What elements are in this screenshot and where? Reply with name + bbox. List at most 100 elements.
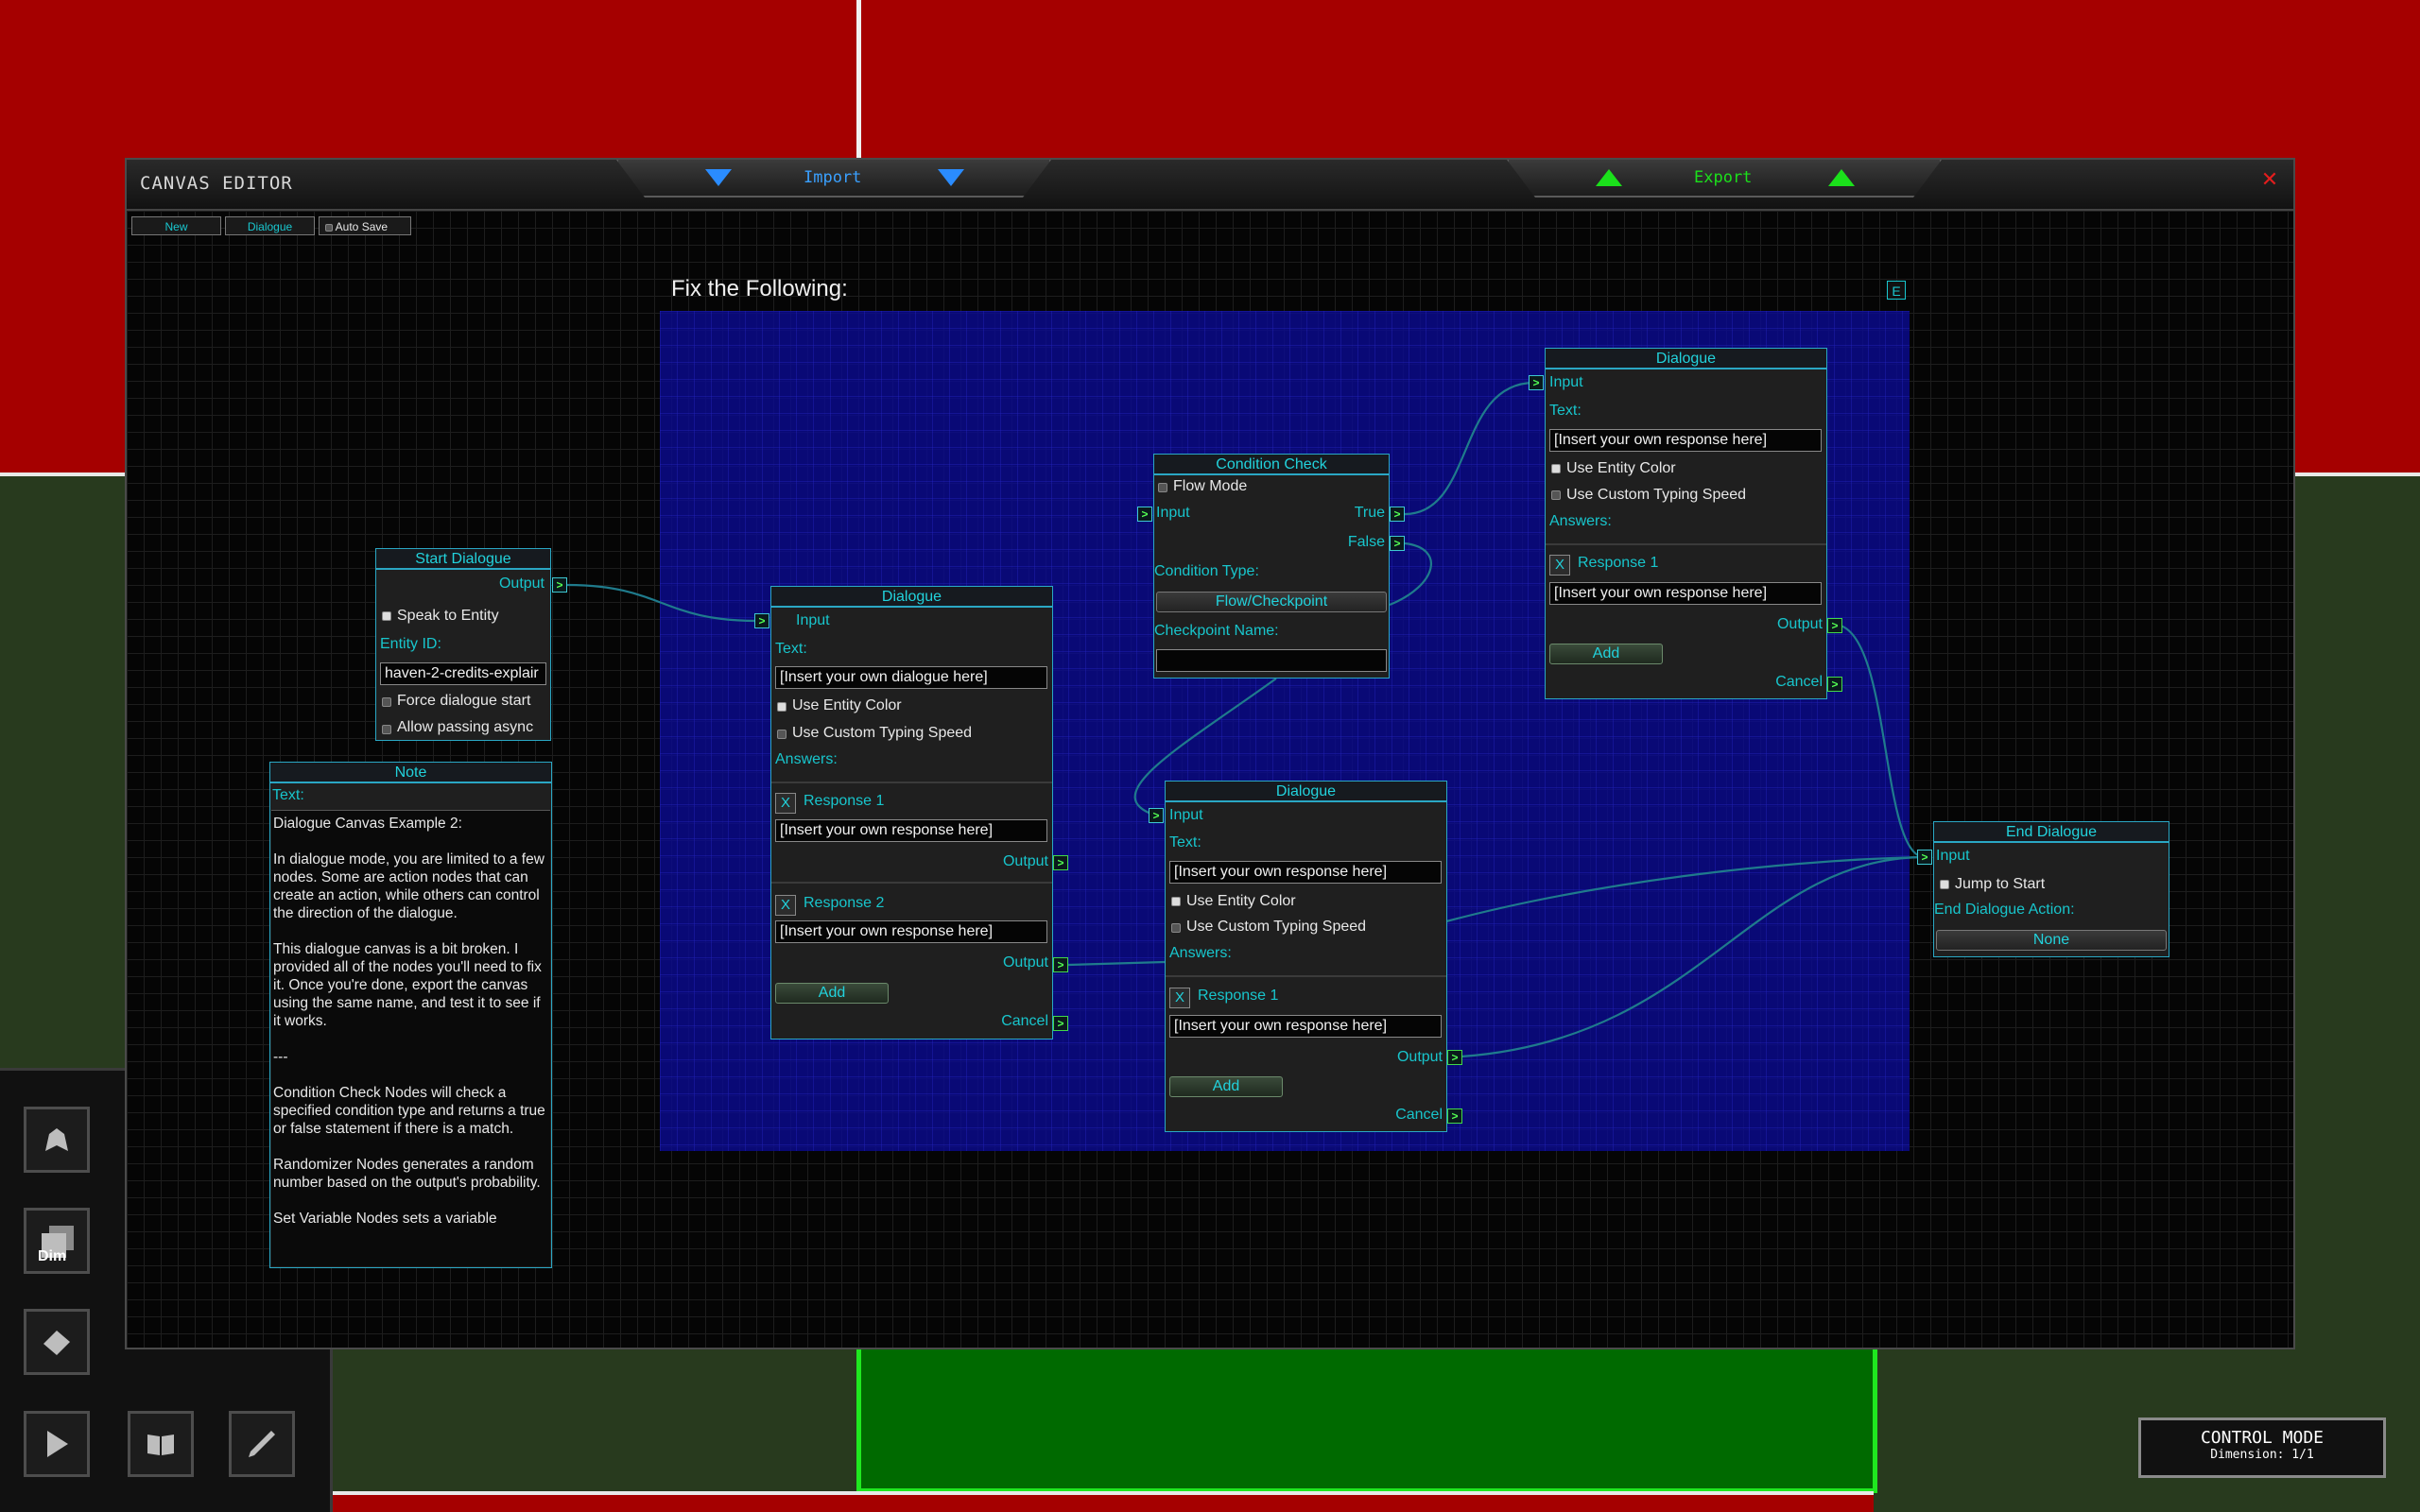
connection-dialogue2-to-end <box>1445 855 1924 923</box>
typing-speed-label: Use Custom Typing Speed <box>1186 919 1367 935</box>
dialogue-node-2[interactable]: Dialogue Input Text: [Insert your own re… <box>1165 781 1447 1132</box>
response-1-label: Response 1 <box>1578 555 1659 571</box>
dialogue-node-3[interactable]: Dialogue Input Text: [Insert your own re… <box>1545 348 1827 699</box>
speak-to-entity-label: Speak to Entity <box>397 608 499 624</box>
allow-async-checkbox[interactable] <box>382 725 391 734</box>
response-2-label: Response 2 <box>804 895 885 911</box>
checkpoint-name-label: Checkpoint Name: <box>1154 623 1279 639</box>
answers-label: Answers: <box>775 751 838 767</box>
dialogue-text-field[interactable]: [Insert your own dialogue here] <box>775 666 1047 689</box>
dialogue2-input-knob[interactable]: > <box>1149 808 1164 823</box>
condition-check-node[interactable]: Condition Check Flow Mode Input True Fal… <box>1153 454 1390 679</box>
input-label: Input <box>1549 374 1583 390</box>
start-output-knob[interactable]: > <box>552 577 567 593</box>
node-title: Condition Check <box>1154 455 1389 475</box>
add-response-button[interactable]: Add <box>1169 1076 1283 1097</box>
divider <box>771 782 1052 783</box>
typing-speed-checkbox[interactable] <box>1551 490 1561 500</box>
start-dialogue-node[interactable]: Start Dialogue Output Speak to Entity En… <box>375 548 551 741</box>
dialogue1-cancel-knob[interactable]: > <box>1053 1016 1068 1031</box>
note-text-area[interactable]: Dialogue Canvas Example 2: In dialogue m… <box>271 810 550 1266</box>
end-action-select[interactable]: None <box>1936 930 2167 951</box>
condition-false-knob[interactable]: > <box>1390 536 1405 551</box>
response-1-label: Response 1 <box>1198 988 1279 1004</box>
jump-to-start-checkbox[interactable] <box>1940 880 1949 889</box>
dialogue3-response1-output-knob[interactable]: > <box>1827 618 1842 633</box>
answers-label: Answers: <box>1549 513 1612 529</box>
dialogue1-response2-output-knob[interactable]: > <box>1053 957 1068 972</box>
end-action-label: End Dialogue Action: <box>1934 902 2075 918</box>
entity-color-label: Use Entity Color <box>1566 460 1676 476</box>
input-label: Input <box>796 612 830 628</box>
node-title: Dialogue <box>1166 782 1446 802</box>
speak-to-entity-checkbox[interactable] <box>382 611 391 621</box>
dialogue1-input-knob[interactable]: > <box>754 613 769 628</box>
response-1-output-label: Output <box>1002 853 1048 869</box>
response-1-field[interactable]: [Insert your own response here] <box>775 819 1047 842</box>
typing-speed-checkbox[interactable] <box>1171 923 1181 933</box>
response-2-output-label: Output <box>1002 954 1048 971</box>
cancel-label: Cancel <box>1001 1013 1048 1029</box>
dialogue3-input-knob[interactable]: > <box>1529 375 1544 390</box>
connection-condition-false-loop <box>1389 541 1432 607</box>
response-1-field[interactable]: [Insert your own response here] <box>1549 582 1822 605</box>
remove-response-1-button[interactable]: X <box>1549 555 1570 576</box>
add-response-button[interactable]: Add <box>775 983 889 1004</box>
connection-dialogue2-output-to-end <box>1461 855 1924 1058</box>
response-1-output-label: Output <box>1396 1049 1443 1065</box>
dialogue-text-field[interactable]: [Insert your own response here] <box>1169 861 1442 884</box>
checkpoint-name-field[interactable] <box>1156 649 1387 672</box>
node-title: Dialogue <box>1546 349 1826 369</box>
output-label: Output <box>498 576 544 592</box>
entity-color-label: Use Entity Color <box>792 697 902 713</box>
entity-color-checkbox[interactable] <box>1171 897 1181 906</box>
flow-mode-checkbox[interactable] <box>1158 483 1167 492</box>
entity-color-checkbox[interactable] <box>1551 464 1561 473</box>
connection-condition-true-to-dialogue3 <box>1404 381 1535 516</box>
node-title: Dialogue <box>771 587 1052 608</box>
condition-true-knob[interactable]: > <box>1390 507 1405 522</box>
connection-layer <box>566 381 1924 1058</box>
allow-async-label: Allow passing async <box>397 719 534 735</box>
dialogue3-cancel-knob[interactable]: > <box>1827 677 1842 692</box>
dialogue2-response1-output-knob[interactable]: > <box>1447 1050 1462 1065</box>
node-title: End Dialogue <box>1934 822 2169 843</box>
response-2-field[interactable]: [Insert your own response here] <box>775 920 1047 943</box>
note-text-label: Text: <box>272 787 304 803</box>
end-dialogue-node[interactable]: End Dialogue Input Jump to Start End Dia… <box>1933 821 2169 957</box>
remove-response-2-button[interactable]: X <box>775 895 796 916</box>
note-node[interactable]: Note Text: Dialogue Canvas Example 2: In… <box>269 762 552 1268</box>
node-title: Note <box>270 763 551 783</box>
typing-speed-checkbox[interactable] <box>777 730 786 739</box>
condition-type-select[interactable]: Flow/Checkpoint <box>1156 592 1387 612</box>
cancel-label: Cancel <box>1775 674 1823 690</box>
false-label: False <box>1347 534 1385 550</box>
divider <box>1166 975 1446 977</box>
dialogue2-cancel-knob[interactable]: > <box>1447 1108 1462 1124</box>
text-label: Text: <box>775 641 807 657</box>
condition-input-knob[interactable]: > <box>1137 507 1152 522</box>
jump-to-start-label: Jump to Start <box>1955 876 2046 892</box>
text-label: Text: <box>1549 403 1582 419</box>
text-label: Text: <box>1169 834 1201 850</box>
typing-speed-label: Use Custom Typing Speed <box>792 725 973 741</box>
input-label: Input <box>1156 505 1190 521</box>
cancel-label: Cancel <box>1395 1107 1443 1123</box>
dialogue1-response1-output-knob[interactable]: > <box>1053 855 1068 870</box>
end-input-knob[interactable]: > <box>1917 850 1932 865</box>
remove-response-1-button[interactable]: X <box>775 793 796 814</box>
entity-id-field[interactable]: haven-2-credits-explair <box>380 662 546 685</box>
response-1-field[interactable]: [Insert your own response here] <box>1169 1015 1442 1038</box>
force-start-checkbox[interactable] <box>382 697 391 707</box>
response-1-output-label: Output <box>1776 616 1823 632</box>
divider <box>771 882 1052 884</box>
note-body-text: Dialogue Canvas Example 2: In dialogue m… <box>273 816 545 1227</box>
remove-response-1-button[interactable]: X <box>1169 988 1190 1008</box>
dialogue-node-1[interactable]: Dialogue Input Text: [Insert your own di… <box>770 586 1053 1040</box>
dialogue-text-field[interactable]: [Insert your own response here] <box>1549 429 1822 452</box>
entity-color-checkbox[interactable] <box>777 702 786 712</box>
add-response-button[interactable]: Add <box>1549 644 1663 664</box>
typing-speed-label: Use Custom Typing Speed <box>1566 487 1747 503</box>
connection-dialogue3-output-to-end <box>1840 624 1924 859</box>
condition-type-label: Condition Type: <box>1154 563 1259 579</box>
